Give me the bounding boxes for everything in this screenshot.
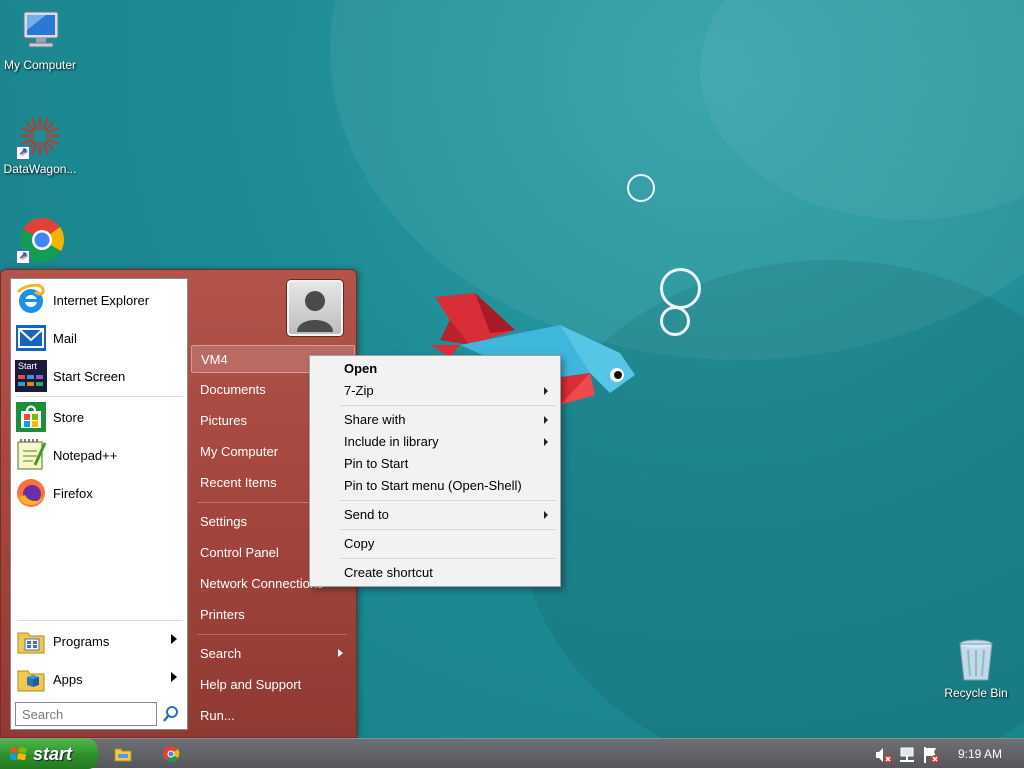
start-item-firefox[interactable]: Firefox bbox=[13, 474, 185, 512]
submenu-arrow-icon bbox=[338, 649, 343, 657]
desktop-icon-datawagon[interactable]: ↗ DataWagon... bbox=[0, 112, 80, 176]
start-item-notepadpp[interactable]: Notepad++ bbox=[13, 436, 185, 474]
desktop-icon-recycle-bin[interactable]: Recycle Bin bbox=[936, 636, 1016, 700]
start-menu: Internet Explorer Mail Start Start Scree… bbox=[0, 269, 357, 738]
places-item-run[interactable]: Run... bbox=[191, 702, 355, 730]
submenu-arrow-icon bbox=[544, 511, 548, 519]
chrome-taskbar-icon[interactable] bbox=[162, 745, 180, 763]
desktop-icon-my-computer[interactable]: My Computer bbox=[0, 8, 80, 72]
firefox-icon bbox=[15, 477, 47, 509]
start-item-label: Notepad++ bbox=[53, 447, 118, 463]
context-menu: Open 7-Zip Share with Include in library… bbox=[309, 355, 561, 587]
wallpaper-bubble bbox=[660, 306, 690, 336]
start-item-label: Start Screen bbox=[53, 368, 126, 384]
submenu-arrow-icon bbox=[171, 634, 177, 644]
desktop-icon-chrome[interactable]: ↗ bbox=[0, 216, 80, 266]
context-item-include-in-library[interactable]: Include in library bbox=[312, 431, 558, 453]
start-item-label: Programs bbox=[53, 633, 110, 649]
submenu-arrow-icon bbox=[171, 672, 177, 682]
my-computer-icon bbox=[16, 8, 64, 56]
context-item-create-shortcut[interactable]: Create shortcut bbox=[312, 562, 558, 584]
recycle-bin-icon bbox=[952, 636, 1000, 684]
start-search-input[interactable]: Search bbox=[15, 702, 157, 726]
start-item-programs[interactable]: Programs bbox=[13, 622, 185, 660]
start-item-label: Store bbox=[53, 409, 85, 425]
apps-icon bbox=[15, 663, 47, 695]
volume-muted-icon[interactable] bbox=[874, 746, 892, 764]
start-screen-icon-text: Start bbox=[18, 361, 38, 371]
context-separator bbox=[340, 500, 556, 501]
places-separator bbox=[197, 634, 347, 635]
start-button-label: start bbox=[33, 744, 73, 764]
programs-separator bbox=[17, 620, 183, 621]
user-avatar[interactable] bbox=[287, 280, 343, 336]
places-item-printers[interactable]: Printers bbox=[191, 601, 355, 629]
shortcut-arrow-icon: ↗ bbox=[16, 146, 30, 160]
start-item-mail[interactable]: Mail bbox=[13, 319, 185, 357]
internet-explorer-icon bbox=[15, 283, 47, 316]
submenu-arrow-icon bbox=[544, 387, 548, 395]
start-menu-pinned-pane: Internet Explorer Mail Start Start Scree… bbox=[10, 278, 188, 730]
desktop-icon-label: Recycle Bin bbox=[944, 686, 1008, 700]
action-center-flag-icon[interactable] bbox=[922, 746, 940, 764]
desktop-icon-label: My Computer bbox=[3, 58, 77, 72]
taskbar: start 9:19 AM bbox=[0, 738, 1024, 769]
context-item-share-with[interactable]: Share with bbox=[312, 409, 558, 431]
pinned-separator bbox=[17, 396, 183, 397]
context-item-pin-to-start[interactable]: Pin to Start bbox=[312, 453, 558, 475]
context-separator bbox=[340, 558, 556, 559]
windows-flag-icon bbox=[10, 747, 27, 761]
start-item-label: Apps bbox=[53, 671, 83, 687]
context-item-label: 7-Zip bbox=[344, 383, 374, 398]
context-separator bbox=[340, 529, 556, 530]
start-item-label: Internet Explorer bbox=[53, 292, 150, 308]
context-item-pin-to-start-menu[interactable]: Pin to Start menu (Open-Shell) bbox=[312, 475, 558, 497]
shortcut-arrow-icon: ↗ bbox=[16, 250, 30, 264]
context-item-label: Send to bbox=[344, 507, 389, 522]
start-item-apps[interactable]: Apps bbox=[13, 660, 185, 698]
search-placeholder: Search bbox=[22, 707, 64, 722]
search-icon[interactable] bbox=[161, 703, 181, 725]
start-button[interactable]: start bbox=[0, 739, 98, 769]
context-item-send-to[interactable]: Send to bbox=[312, 504, 558, 526]
submenu-arrow-icon bbox=[544, 438, 548, 446]
context-item-label: Include in library bbox=[344, 434, 439, 449]
context-item-copy[interactable]: Copy bbox=[312, 533, 558, 555]
places-item-help-and-support[interactable]: Help and Support bbox=[191, 671, 355, 699]
network-icon[interactable] bbox=[898, 746, 916, 764]
places-item-search[interactable]: Search bbox=[191, 640, 355, 668]
desktop-icon-label: DataWagon... bbox=[3, 162, 77, 176]
wallpaper-bubble bbox=[627, 174, 655, 202]
start-item-start-screen[interactable]: Start Start Screen bbox=[13, 357, 185, 395]
start-item-store[interactable]: Store bbox=[13, 398, 185, 436]
start-screen-icon: Start bbox=[15, 360, 47, 392]
start-item-label: Mail bbox=[53, 330, 77, 346]
notepadpp-icon bbox=[15, 439, 47, 471]
user-silhouette-icon bbox=[297, 291, 333, 332]
submenu-arrow-icon bbox=[544, 416, 548, 424]
mail-icon bbox=[15, 322, 47, 354]
chrome-icon: ↗ bbox=[16, 216, 65, 264]
taskbar-clock[interactable]: 9:19 AM bbox=[958, 739, 1002, 769]
start-item-label: Firefox bbox=[53, 485, 93, 501]
programs-icon bbox=[15, 625, 47, 657]
context-item-label: Share with bbox=[344, 412, 406, 427]
store-icon bbox=[15, 401, 47, 433]
start-item-internet-explorer[interactable]: Internet Explorer bbox=[13, 281, 185, 319]
context-item-open[interactable]: Open bbox=[312, 358, 558, 380]
datawagon-icon: ↗ bbox=[16, 112, 64, 160]
wallpaper-bubble bbox=[660, 268, 701, 309]
places-item-label: Search bbox=[200, 646, 242, 661]
context-separator bbox=[340, 405, 556, 406]
file-explorer-taskbar-icon[interactable] bbox=[114, 745, 132, 763]
context-item-7zip[interactable]: 7-Zip bbox=[312, 380, 558, 402]
